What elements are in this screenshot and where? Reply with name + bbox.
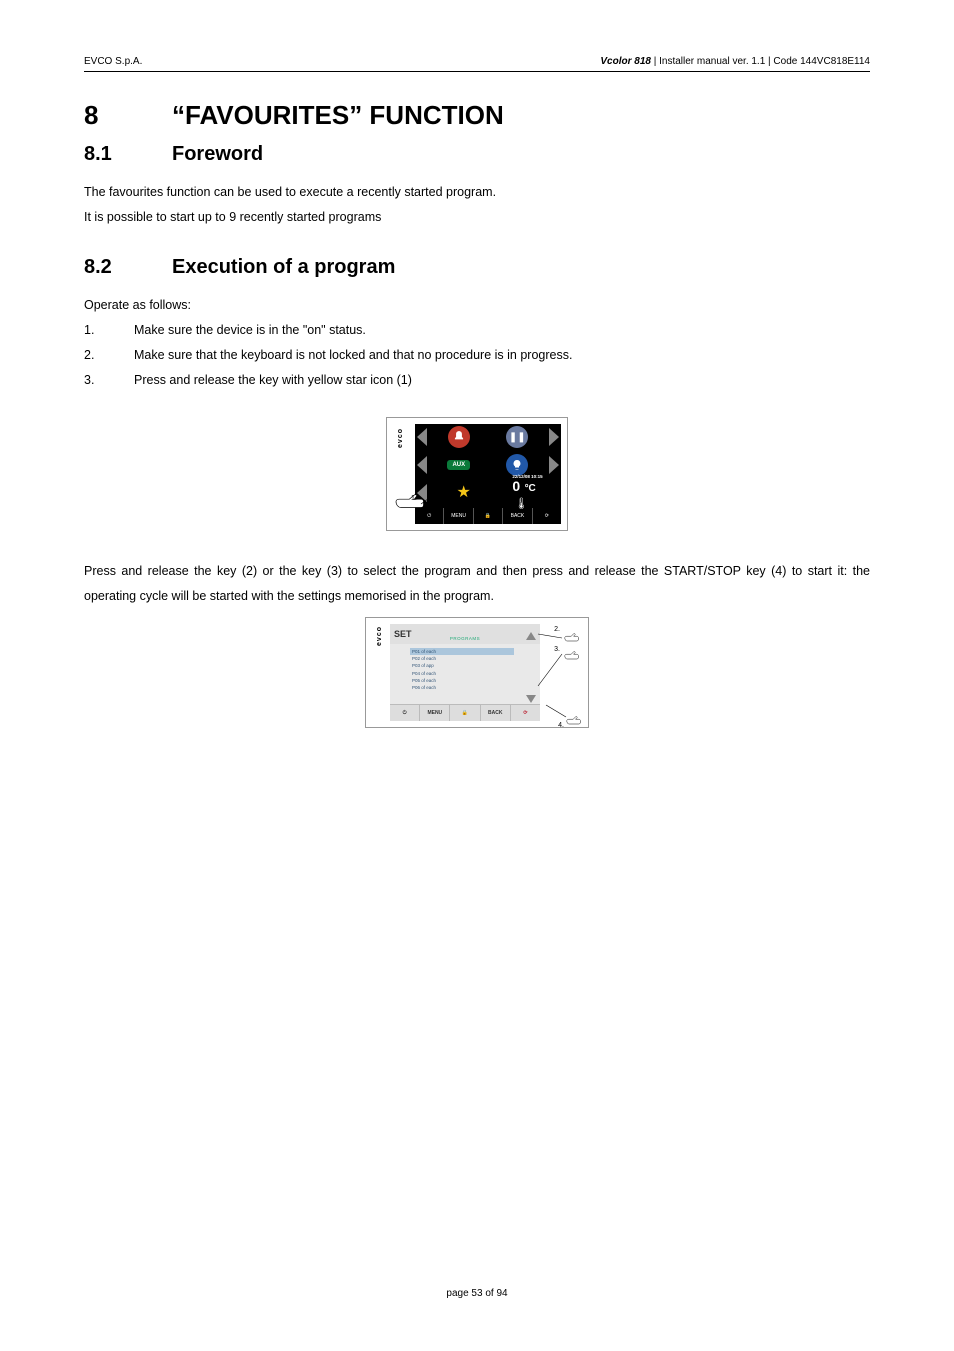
section-8-2-heading: 8.2Execution of a program xyxy=(84,256,870,279)
list-item: P02 of each xyxy=(412,655,540,662)
pointing-hand-icon xyxy=(566,715,582,725)
light-icon xyxy=(506,454,528,476)
down-arrow-icon xyxy=(526,695,536,703)
step-num: 3. xyxy=(84,368,134,393)
section-8-2-number: 8.2 xyxy=(84,256,172,279)
company-name: EVCO S.p.A. xyxy=(84,56,142,67)
temp-value: 0 xyxy=(512,479,520,493)
nav-right-icon xyxy=(549,456,559,474)
hand-icon xyxy=(448,426,470,448)
callout-2: 2. xyxy=(554,626,560,633)
menu-button: MENU xyxy=(420,705,450,721)
exec-after: Press and release the key (2) or the key… xyxy=(84,559,870,609)
thermometer-icon: 🌡 xyxy=(514,498,528,510)
power-icon: ⏻ xyxy=(390,705,420,721)
section-8-title: “FAVOURITES” FUNCTION xyxy=(172,100,504,130)
section-8-1-number: 8.1 xyxy=(84,143,172,166)
lock-icon: 🔒 xyxy=(474,508,503,524)
callout-3: 3. xyxy=(554,646,560,653)
screen-topbar: SET PROGRAMS xyxy=(390,624,540,644)
doc-id: Vcolor 818 | Installer manual ver. 1.1 |… xyxy=(600,56,870,67)
step-num: 1. xyxy=(84,318,134,343)
figure-1-frame: evco ❚❚ AUX xyxy=(386,417,568,531)
button-bar: ⏻ MENU 🔒 BACK ⟳ xyxy=(390,704,540,721)
section-8-1-title: Foreword xyxy=(172,143,263,165)
exec-steps: 1.Make sure the device is in the "on" st… xyxy=(84,318,870,393)
pause-icon: ❚❚ xyxy=(506,426,528,448)
step-text: Press and release the key with yellow st… xyxy=(134,368,412,393)
temp-readout: 22/12/08 10:15 0 °C🌡 xyxy=(512,475,551,512)
section-8-2-title: Execution of a program xyxy=(172,256,395,278)
step-num: 2. xyxy=(84,343,134,368)
aux-button: AUX xyxy=(447,460,470,470)
step-text: Make sure that the keyboard is not locke… xyxy=(134,343,572,368)
pointing-hand-icon xyxy=(564,650,580,660)
page-footer: page 53 of 94 xyxy=(0,1288,954,1299)
temp-unit: °C xyxy=(525,484,536,494)
callout-line xyxy=(538,630,564,642)
section-8-number: 8 xyxy=(84,100,172,131)
back-button: BACK xyxy=(481,705,511,721)
foreword-p1: The favourites function can be used to e… xyxy=(84,180,870,205)
list-item: P01 of each xyxy=(410,648,514,655)
callout-1: 1. xyxy=(411,495,417,502)
up-arrow-icon xyxy=(526,632,536,640)
section-8-heading: 8“FAVOURITES” FUNCTION xyxy=(84,100,870,131)
doc-meta: | Installer manual ver. 1.1 | Code 144VC… xyxy=(651,56,870,67)
callout-line xyxy=(538,650,564,690)
callout-line xyxy=(421,486,445,506)
brand-label: evco xyxy=(376,626,383,646)
callout-line xyxy=(546,703,568,721)
list-item: 3.Press and release the key with yellow … xyxy=(84,368,870,393)
list-item: P06 of each xyxy=(412,684,540,691)
set-label: SET xyxy=(394,629,412,639)
figure-2: evco SET PROGRAMS P01 of each P02 of eac… xyxy=(372,624,582,721)
list-item: P05 of each xyxy=(412,677,540,684)
step-text: Make sure the device is in the "on" stat… xyxy=(134,318,366,343)
list-item: P04 of each xyxy=(412,670,540,677)
nav-right-icon xyxy=(549,428,559,446)
pointing-hand-icon xyxy=(564,632,580,642)
star-icon: ★ xyxy=(456,485,470,501)
nav-left-icon xyxy=(417,428,427,446)
figure-2-frame: evco SET PROGRAMS P01 of each P02 of eac… xyxy=(365,617,589,728)
product-name: Vcolor 818 xyxy=(600,56,651,67)
page-header: EVCO S.p.A. Vcolor 818 | Installer manua… xyxy=(84,56,870,72)
menu-button: MENU xyxy=(444,508,473,524)
list-item: P03 of app xyxy=(412,662,540,669)
section-8-1-heading: 8.1Foreword xyxy=(84,143,870,166)
nav-left-icon xyxy=(417,456,427,474)
figure-1: evco ❚❚ AUX xyxy=(393,424,561,524)
power-icon: ⏻ xyxy=(415,508,444,524)
callout-4: 4. xyxy=(558,722,564,729)
brand-label: evco xyxy=(397,428,404,448)
program-list: P01 of each P02 of each P03 of app P04 o… xyxy=(390,644,540,704)
list-item: 1.Make sure the device is in the "on" st… xyxy=(84,318,870,343)
list-item: 2.Make sure that the keyboard is not loc… xyxy=(84,343,870,368)
lock-icon: 🔒 xyxy=(450,705,480,721)
programs-title: PROGRAMS xyxy=(450,636,480,641)
exec-intro: Operate as follows: xyxy=(84,293,870,318)
foreword-p2: It is possible to start up to 9 recently… xyxy=(84,205,870,230)
